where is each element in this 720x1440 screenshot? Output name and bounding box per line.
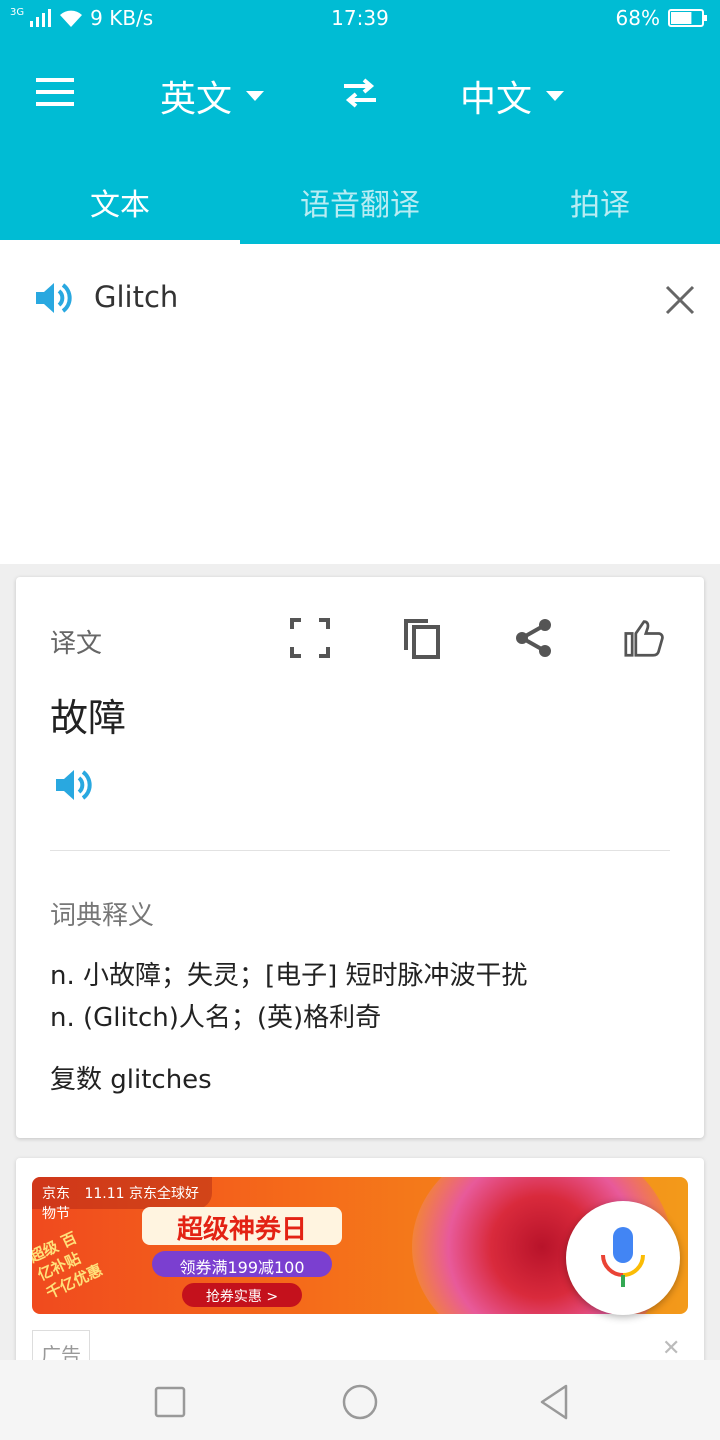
share-icon[interactable] [514,617,554,659]
battery-icon [668,9,707,27]
close-icon[interactable] [664,284,696,316]
definition-line: n. 小故障；失灵；[电子] 短时脉冲波干扰 [50,961,528,991]
copy-icon[interactable] [402,617,442,659]
clock: 17:39 [331,6,389,30]
home-icon[interactable] [340,1382,380,1422]
source-language-label: 英文 [160,79,233,120]
system-navigation-bar [0,1360,720,1440]
tab-photo-translation[interactable]: 拍译 [480,160,720,244]
dictionary-label: 词典释义 [50,901,155,931]
swap-languages-icon[interactable] [340,76,380,110]
chevron-down-icon [246,91,265,101]
tab-text[interactable]: 文本 [0,160,240,244]
target-language-label: 中文 [460,79,533,120]
ad-headline: 超级神券日 [142,1207,342,1245]
chevron-down-icon [546,91,565,101]
ad-cta-button[interactable]: 抢券实惠 > [182,1283,302,1307]
close-icon[interactable]: ✕ [662,1336,680,1361]
speaker-icon[interactable] [34,280,74,316]
input-area[interactable]: Glitch [0,244,720,564]
recent-apps-icon[interactable] [150,1382,190,1422]
source-language-select[interactable]: 英文 [160,70,265,122]
fullscreen-icon[interactable] [290,617,330,659]
status-bar: 3G 9 KB/s 17:39 68% [0,0,720,38]
divider [50,850,670,851]
menu-icon[interactable] [36,76,76,110]
speaker-icon[interactable] [54,767,94,803]
ad-brand: 京东 [42,1186,70,1202]
target-language-select[interactable]: 中文 [460,70,565,122]
toolbar: 英文 中文 [0,50,720,140]
definition-line: n. (Glitch)人名；(英)格利奇 [50,1003,382,1033]
plural-form: 复数 glitches [50,1065,212,1095]
mode-tabs: 文本 语音翻译 拍译 [0,160,720,244]
microphone-icon [601,1227,645,1287]
input-text[interactable]: Glitch [94,280,178,314]
battery-percent: 68% [615,6,660,30]
voice-input-button[interactable] [566,1201,680,1315]
ad-side-text: 超级 百亿补贴 千亿优惠 [32,1228,106,1303]
ad-brand-strip: 京东 11.11 京东全球好物节 [32,1177,212,1222]
translation-label: 译文 [50,629,103,659]
tab-voice-translation[interactable]: 语音翻译 [240,160,480,244]
back-icon[interactable] [534,1382,574,1422]
thumbs-up-icon[interactable] [624,617,664,659]
translation-card: 译文 故障 词典释义 n. 小故障；失灵；[电子] 短时脉冲波干扰 n. (Gl… [16,577,704,1138]
ad-coupon: 领券满199减100 [152,1251,332,1277]
translation-text: 故障 [50,696,127,740]
app-header: 3G 9 KB/s 17:39 68% 英文 中文 文本 语音翻译 拍译 [0,0,720,244]
